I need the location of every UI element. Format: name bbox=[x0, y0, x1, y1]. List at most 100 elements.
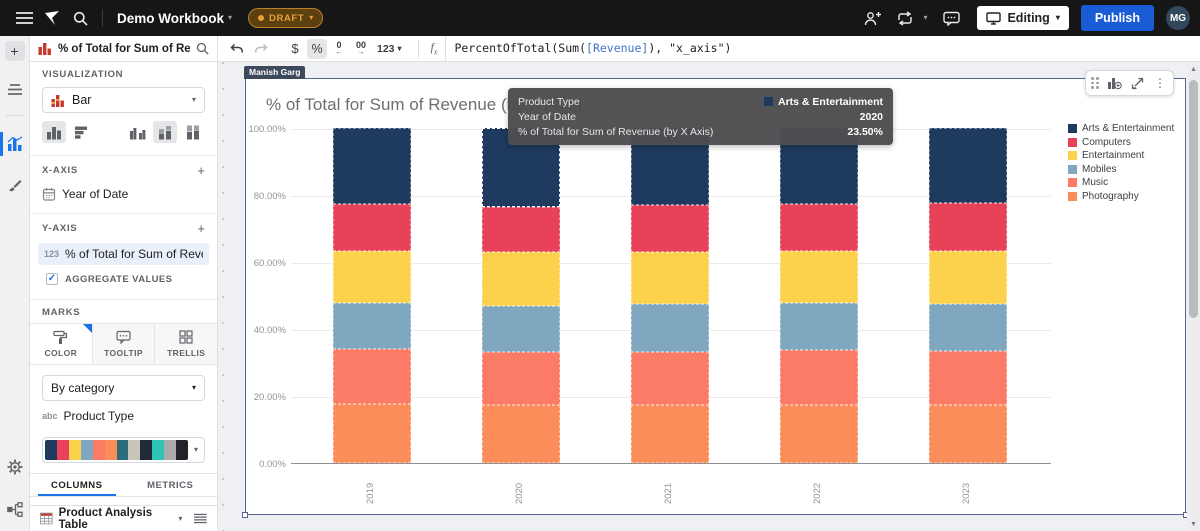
bar-segment[interactable] bbox=[631, 405, 709, 463]
increase-decimal-button[interactable]: 00→ bbox=[351, 39, 371, 59]
tab-trellis[interactable]: TRELLIS bbox=[155, 324, 217, 364]
undo-button[interactable] bbox=[226, 39, 248, 59]
bar-segment[interactable] bbox=[780, 303, 858, 351]
bar-segment[interactable] bbox=[333, 128, 411, 204]
bar-segment[interactable] bbox=[333, 303, 411, 349]
legend-label: Arts & Entertainment bbox=[1082, 123, 1174, 134]
expand-icon[interactable] bbox=[1129, 73, 1145, 93]
number-format-button[interactable]: 123▾ bbox=[373, 39, 406, 59]
color-field[interactable]: abc Product Type bbox=[30, 405, 217, 431]
bar-segment[interactable] bbox=[631, 252, 709, 304]
bar-segment[interactable] bbox=[929, 304, 1007, 352]
lineage-icon[interactable] bbox=[0, 495, 30, 523]
add-user-icon[interactable] bbox=[859, 5, 887, 31]
bar-segment[interactable] bbox=[333, 204, 411, 251]
redo-button[interactable] bbox=[250, 39, 272, 59]
visualization-header: VISUALIZATION bbox=[42, 69, 123, 80]
scroll-up-icon[interactable]: ▲ bbox=[1190, 64, 1197, 76]
stacked-bar-icon[interactable] bbox=[153, 121, 177, 143]
add-element-button[interactable]: + bbox=[5, 41, 25, 61]
scroll-down-icon[interactable]: ▼ bbox=[1190, 519, 1197, 531]
sync-version-icon[interactable] bbox=[891, 5, 919, 31]
bar-segment[interactable] bbox=[780, 251, 858, 303]
table-icon bbox=[40, 512, 53, 525]
legend-item[interactable]: Mobiles bbox=[1068, 164, 1174, 175]
bar-segment[interactable] bbox=[929, 405, 1007, 463]
vertical-bar-icon[interactable] bbox=[42, 121, 66, 143]
formula-input[interactable]: PercentOfTotal(Sum([Revenue]), "x_axis") bbox=[445, 36, 1200, 61]
sync-caret-icon[interactable]: ▾ bbox=[923, 14, 927, 22]
format-brush-icon[interactable] bbox=[0, 172, 30, 200]
bar-segment[interactable] bbox=[929, 251, 1007, 304]
editing-mode-button[interactable]: Editing ▾ bbox=[977, 6, 1068, 30]
publish-button[interactable]: Publish bbox=[1081, 5, 1154, 31]
tab-columns[interactable]: COLUMNS bbox=[30, 474, 124, 496]
legend-item[interactable]: Music bbox=[1068, 177, 1174, 188]
user-avatar[interactable]: MG bbox=[1166, 6, 1190, 30]
sigma-logo-icon[interactable] bbox=[38, 5, 66, 31]
bar-segment[interactable] bbox=[631, 205, 709, 252]
x-axis-field[interactable]: Year of Date bbox=[30, 183, 217, 209]
tab-tooltip[interactable]: TOOLTIP bbox=[93, 324, 156, 364]
tooltip-bubble-icon bbox=[116, 330, 131, 344]
x-axis-add-button[interactable]: + bbox=[197, 163, 205, 178]
bar-segment[interactable] bbox=[780, 350, 858, 405]
trellis-grid-icon bbox=[179, 330, 193, 344]
percent-format-button[interactable]: % bbox=[307, 39, 327, 59]
aggregate-checkbox[interactable]: ✓ bbox=[46, 273, 58, 285]
decrease-decimal-button[interactable]: 0← bbox=[329, 39, 349, 59]
legend-item[interactable]: Entertainment bbox=[1068, 150, 1174, 161]
legend-item[interactable]: Arts & Entertainment bbox=[1068, 123, 1174, 134]
canvas-scrollbar[interactable]: ▲ ▼ bbox=[1187, 64, 1200, 531]
horizontal-bar-icon[interactable] bbox=[70, 121, 94, 143]
bar-segment[interactable] bbox=[929, 128, 1007, 203]
settings-gear-icon[interactable] bbox=[0, 453, 30, 481]
legend-item[interactable]: Computers bbox=[1068, 137, 1174, 148]
list-icon[interactable] bbox=[194, 513, 207, 524]
grouped-bar-icon[interactable] bbox=[125, 121, 149, 143]
tooltip-row: % of Total for Sum of Revenue (by X Axis… bbox=[518, 124, 883, 139]
bar-segment[interactable] bbox=[929, 203, 1007, 251]
bar-segment[interactable] bbox=[333, 349, 411, 404]
page-outline-icon[interactable] bbox=[0, 75, 30, 103]
fx-icon[interactable]: fx bbox=[423, 40, 446, 56]
viz-type-select[interactable]: Bar ▾ bbox=[42, 87, 205, 113]
legend-item[interactable]: Photography bbox=[1068, 191, 1174, 202]
color-palette-select[interactable]: ▾ bbox=[42, 437, 205, 463]
currency-format-button[interactable]: $ bbox=[285, 39, 305, 59]
workbook-caret-icon[interactable]: ▾ bbox=[228, 14, 232, 22]
bar-segment[interactable] bbox=[482, 207, 560, 252]
element-search-icon[interactable] bbox=[196, 42, 209, 55]
draft-badge[interactable]: DRAFT ▾ bbox=[248, 8, 323, 28]
comments-icon[interactable] bbox=[937, 5, 965, 31]
stacked-100-bar-icon[interactable] bbox=[181, 121, 205, 143]
workbook-title[interactable]: Demo Workbook bbox=[117, 11, 224, 26]
bar-segment[interactable] bbox=[333, 404, 411, 463]
element-properties-icon[interactable] bbox=[0, 130, 30, 158]
tab-color[interactable]: COLOR bbox=[30, 324, 93, 364]
tab-metrics[interactable]: METRICS bbox=[124, 474, 218, 496]
bar-segment[interactable] bbox=[631, 304, 709, 352]
bar-segment[interactable] bbox=[929, 351, 1007, 405]
bar-segment[interactable] bbox=[482, 306, 560, 352]
y-axis-field[interactable]: 123 % of Total for Sum of Revenu... bbox=[38, 243, 209, 265]
drag-handle-icon[interactable] bbox=[1091, 77, 1099, 89]
color-by-select[interactable]: By category ▾ bbox=[42, 375, 205, 401]
explore-chart-icon[interactable] bbox=[1106, 73, 1122, 93]
bar-segment[interactable] bbox=[482, 352, 560, 406]
bar-segment[interactable] bbox=[333, 251, 411, 303]
bar-segment[interactable] bbox=[780, 204, 858, 251]
bar-segment[interactable] bbox=[482, 405, 560, 463]
hamburger-menu-icon[interactable] bbox=[10, 5, 38, 31]
add-column-row[interactable]: ADD COLUMN + bbox=[30, 497, 217, 505]
bar-segment[interactable] bbox=[780, 405, 858, 463]
search-icon[interactable] bbox=[66, 5, 94, 31]
scrollbar-thumb[interactable] bbox=[1189, 80, 1198, 318]
aggregate-values-toggle[interactable]: ✓ AGGREGATE VALUES bbox=[30, 271, 217, 295]
y-axis-add-button[interactable]: + bbox=[197, 221, 205, 236]
resize-handle-bottom-left[interactable] bbox=[242, 512, 248, 518]
bar-segment[interactable] bbox=[482, 252, 560, 306]
bar-segment[interactable] bbox=[631, 352, 709, 406]
kebab-menu-icon[interactable]: ⋮ bbox=[1152, 73, 1168, 93]
source-table-bar[interactable]: Product Analysis Table ▾ bbox=[30, 505, 217, 531]
